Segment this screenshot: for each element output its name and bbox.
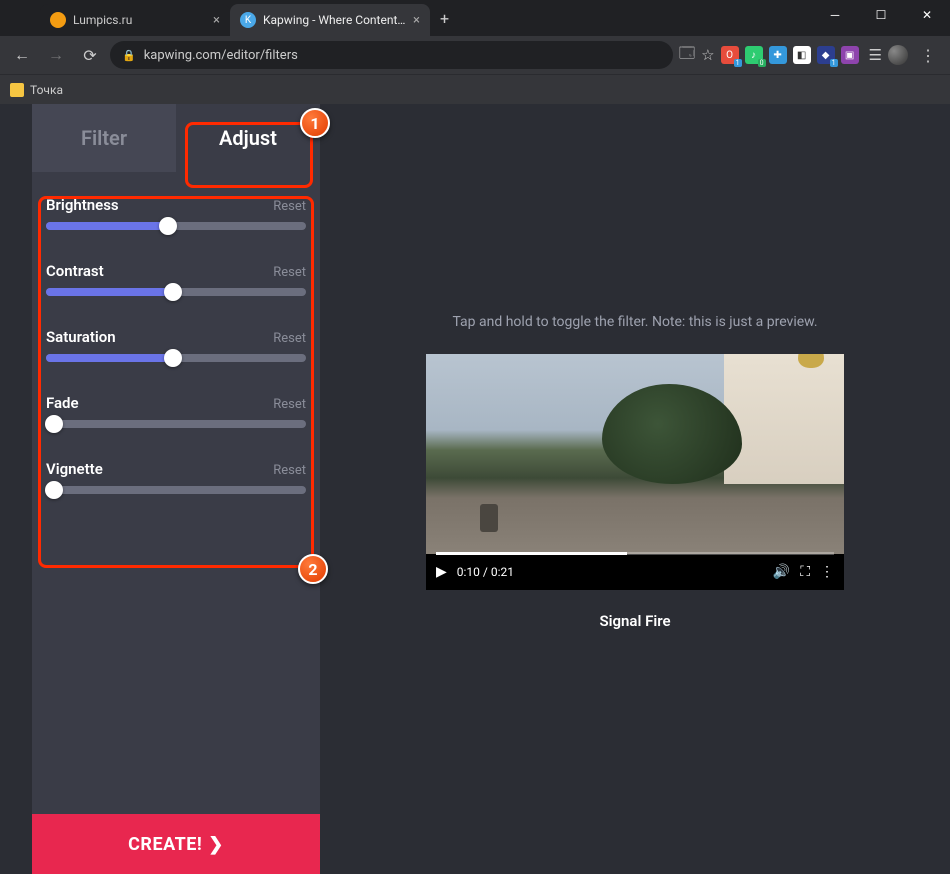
- preview-hint: Tap and hold to toggle the filter. Note:…: [452, 314, 817, 330]
- back-button[interactable]: ←: [8, 41, 36, 69]
- annotation-badge-1: 1: [300, 108, 330, 138]
- slider-thumb[interactable]: [45, 481, 63, 499]
- bookmark-folder-icon: [10, 83, 24, 97]
- extension-icon[interactable]: ◆1: [817, 46, 835, 64]
- fade-slider[interactable]: [46, 420, 306, 428]
- annotation-badge-2: 2: [298, 554, 328, 584]
- control-contrast: Contrast Reset: [46, 262, 306, 296]
- forward-button[interactable]: →: [42, 41, 70, 69]
- address-bar: ← → ⟳ 🔒 kapwing.com/editor/filters 🗔 ☆ O…: [0, 36, 950, 74]
- video-controls: ▶ 0:10 / 0:21 🔊 ⛶ ⋮: [426, 554, 844, 590]
- chevron-right-icon: ❯: [208, 834, 224, 855]
- extension-icon[interactable]: ▣: [841, 46, 859, 64]
- saturation-slider[interactable]: [46, 354, 306, 362]
- slider-thumb[interactable]: [164, 283, 182, 301]
- vignette-slider[interactable]: [46, 486, 306, 494]
- menu-button[interactable]: ⋮: [914, 46, 942, 65]
- tab-title: Lumpics.ru: [73, 13, 206, 27]
- extension-icon[interactable]: ♪0: [745, 46, 763, 64]
- preview-area: Tap and hold to toggle the filter. Note:…: [320, 104, 950, 874]
- volume-icon[interactable]: 🔊: [773, 564, 790, 580]
- star-icon[interactable]: ☆: [701, 46, 714, 64]
- play-icon[interactable]: ▶: [436, 564, 447, 580]
- create-label: CREATE!: [128, 834, 202, 855]
- reset-button[interactable]: Reset: [273, 397, 306, 412]
- video-title: Signal Fire: [599, 612, 670, 630]
- reset-button[interactable]: Reset: [273, 463, 306, 478]
- extension-icon[interactable]: ◧: [793, 46, 811, 64]
- close-icon[interactable]: ×: [213, 13, 220, 28]
- extension-icon[interactable]: O1: [721, 46, 739, 64]
- create-button[interactable]: CREATE! ❯: [32, 814, 320, 874]
- sidebar: Filter Adjust Brightness Reset Contrast …: [32, 104, 320, 874]
- slider-thumb[interactable]: [159, 217, 177, 235]
- browser-tab-inactive[interactable]: Lumpics.ru ×: [40, 4, 230, 36]
- extensions: 🗔 ☆ O1 ♪0 ✚ ◧ ◆1 ▣ ☰ ⋮: [679, 43, 942, 68]
- reload-button[interactable]: ⟳: [76, 41, 104, 69]
- control-label: Vignette: [46, 460, 103, 478]
- url-text: kapwing.com/editor/filters: [144, 48, 298, 63]
- reading-list-icon[interactable]: ☰: [869, 46, 882, 64]
- video-preview[interactable]: ▶ 0:10 / 0:21 🔊 ⛶ ⋮: [426, 354, 844, 590]
- app: Filter Adjust Brightness Reset Contrast …: [32, 104, 950, 874]
- maximize-button[interactable]: ☐: [858, 0, 904, 30]
- control-label: Fade: [46, 394, 79, 412]
- slider-thumb[interactable]: [45, 415, 63, 433]
- reset-button[interactable]: Reset: [273, 199, 306, 214]
- control-label: Contrast: [46, 262, 104, 280]
- brightness-slider[interactable]: [46, 222, 306, 230]
- sidebar-tabs: Filter Adjust: [32, 104, 320, 172]
- tab-title: Kapwing - Where Content Creati: [263, 13, 406, 27]
- reset-button[interactable]: Reset: [273, 265, 306, 280]
- url-input[interactable]: 🔒 kapwing.com/editor/filters: [110, 41, 673, 69]
- control-fade: Fade Reset: [46, 394, 306, 428]
- new-tab-button[interactable]: +: [430, 9, 459, 28]
- video-scene: [426, 354, 844, 554]
- control-vignette: Vignette Reset: [46, 460, 306, 494]
- browser-tab-active[interactable]: K Kapwing - Where Content Creati ×: [230, 4, 430, 36]
- control-label: Saturation: [46, 328, 116, 346]
- fullscreen-icon[interactable]: ⛶: [800, 564, 810, 580]
- contrast-slider[interactable]: [46, 288, 306, 296]
- adjust-controls: Brightness Reset Contrast Reset: [32, 172, 320, 814]
- bookmark-item[interactable]: Точка: [30, 83, 63, 97]
- tab-adjust[interactable]: Adjust: [176, 104, 320, 172]
- favicon-icon: K: [240, 12, 256, 28]
- browser-chrome: Lumpics.ru × K Kapwing - Where Content C…: [0, 0, 950, 104]
- control-saturation: Saturation Reset: [46, 328, 306, 362]
- control-label: Brightness: [46, 196, 119, 214]
- reset-button[interactable]: Reset: [273, 331, 306, 346]
- translate-icon[interactable]: 🗔: [679, 43, 695, 68]
- control-brightness: Brightness Reset: [46, 196, 306, 230]
- profile-avatar[interactable]: [888, 45, 908, 65]
- more-icon[interactable]: ⋮: [820, 564, 834, 580]
- extension-icon[interactable]: ✚: [769, 46, 787, 64]
- favicon-icon: [50, 12, 66, 28]
- titlebar: Lumpics.ru × K Kapwing - Where Content C…: [0, 0, 950, 36]
- close-button[interactable]: ✕: [904, 0, 950, 30]
- lock-icon: 🔒: [122, 49, 136, 62]
- slider-thumb[interactable]: [164, 349, 182, 367]
- tab-filter[interactable]: Filter: [32, 104, 176, 172]
- minimize-button[interactable]: ─: [812, 0, 858, 30]
- window-controls: ─ ☐ ✕: [812, 0, 950, 30]
- video-time: 0:10 / 0:21: [457, 565, 514, 579]
- close-icon[interactable]: ×: [413, 13, 420, 28]
- video-progress[interactable]: [436, 552, 834, 555]
- bookmarks-bar: Точка: [0, 74, 950, 104]
